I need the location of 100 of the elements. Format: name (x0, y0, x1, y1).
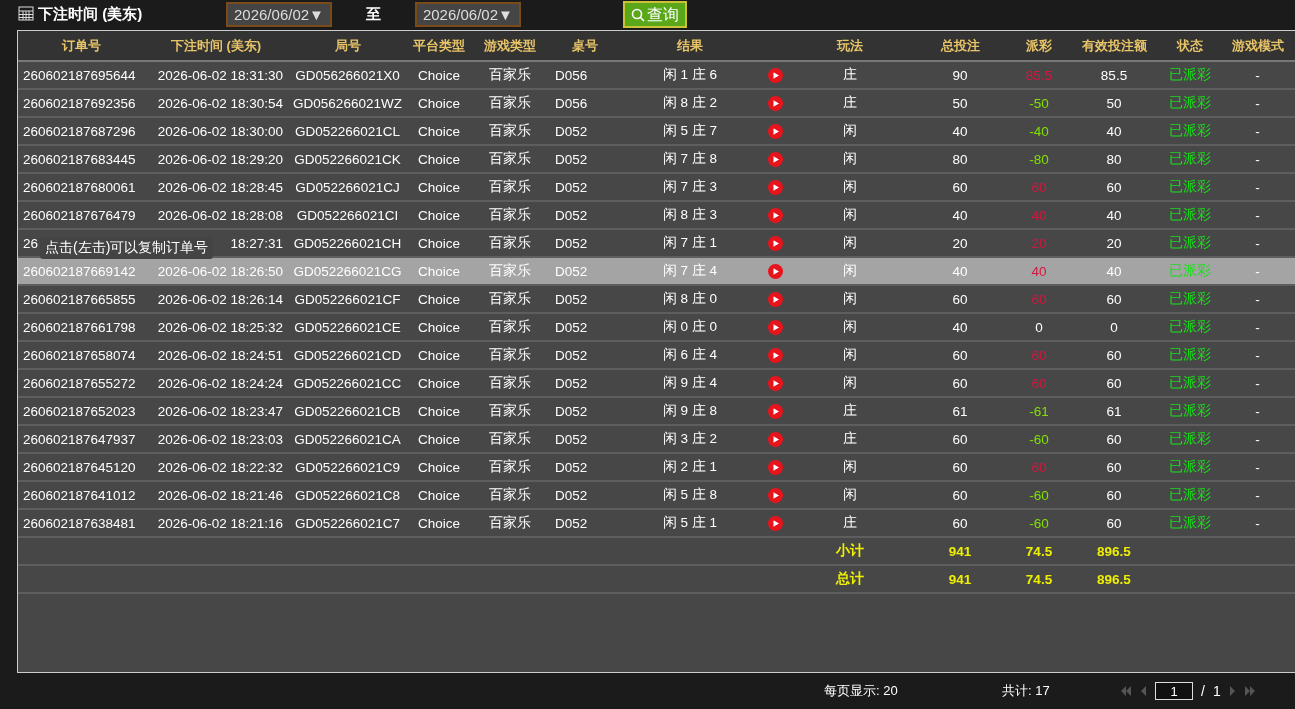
table-row[interactable]: 260602187655272 2026-06-02 18:24:24 GD052266021CC Choice 百家乐 D052 闲 9 庄 4 闲 60 60 60 已派彩 - (18, 369, 1295, 397)
order-number[interactable]: 260602187661798 (23, 319, 136, 335)
table-cell: 庄 (843, 95, 857, 110)
table-cell: 0 (1035, 319, 1043, 335)
table-cell: Choice (418, 235, 460, 251)
table-cell: 60 (1106, 459, 1122, 475)
play-icon[interactable] (767, 319, 783, 335)
table-cell: 60 (952, 515, 968, 531)
order-number[interactable]: 260602187652023 (23, 403, 136, 419)
play-icon[interactable] (767, 123, 783, 139)
page-input[interactable]: 1 (1155, 682, 1193, 700)
table-cell: Choice (418, 487, 460, 503)
order-number[interactable]: 260602187676479 (23, 207, 136, 223)
status-text: 已派彩 (1169, 235, 1211, 250)
table-row[interactable]: 260602187676479 2026-06-02 18:28:08 GD052266021CI Choice 百家乐 D052 闲 8 庄 3 闲 40 40 40 已派彩 - (18, 201, 1295, 229)
table-row[interactable]: 260602187683445 2026-06-02 18:29:20 GD052266021CK Choice 百家乐 D052 闲 7 庄 8 闲 80 -80 80 已派彩 - (18, 145, 1295, 173)
table-cell: 60 (952, 179, 968, 195)
order-number[interactable]: 260602187695644 (23, 67, 136, 83)
table-cell: D052 (555, 179, 588, 195)
table-cell: GD052266021CB (294, 403, 401, 419)
play-icon[interactable] (767, 263, 783, 279)
play-icon[interactable] (767, 67, 783, 83)
play-icon[interactable] (767, 235, 783, 251)
table-row[interactable]: 260602187652023 2026-06-02 18:23:47 GD052266021CB Choice 百家乐 D052 闲 9 庄 8 庄 61 -61 61 已派彩 - (18, 397, 1295, 425)
table-row[interactable]: 260602187638481 2026-06-02 18:21:16 GD052266021C7 Choice 百家乐 D052 闲 5 庄 1 庄 60 -60 60 已派彩 - (18, 509, 1295, 537)
table-cell: 闲 8 庄 3 (662, 207, 718, 222)
table-row[interactable]: 260602187661798 2026-06-02 18:25:32 GD052266021CE Choice 百家乐 D052 闲 0 庄 0 闲 40 0 0 已派彩 - (18, 313, 1295, 341)
order-number[interactable]: 260602187687296 (23, 123, 136, 139)
play-icon[interactable] (767, 403, 783, 419)
table-cell: GD052266021CI (296, 207, 399, 223)
table-cell: 闲 8 庄 0 (662, 291, 718, 306)
play-icon[interactable] (767, 95, 783, 111)
table-cell: GD052266021C9 (294, 459, 401, 475)
calendar-icon (18, 5, 34, 21)
table-cell: 百家乐 (489, 151, 531, 166)
table-row[interactable]: 260602187687296 2026-06-02 18:30:00 GD052266021CL Choice 百家乐 D052 闲 5 庄 7 闲 40 -40 40 已派彩 - (18, 117, 1295, 145)
order-number[interactable]: 260602187692356 (23, 95, 136, 111)
end-date-dropdown[interactable]: 2026/06/02▼ (414, 1, 521, 27)
table-row[interactable]: 260602187665855 2026-06-02 18:26:14 GD052266021CF Choice 百家乐 D052 闲 8 庄 0 闲 60 60 60 已派彩 - (18, 285, 1295, 313)
status-text: 已派彩 (1169, 403, 1211, 418)
table-cell: D052 (555, 403, 588, 419)
table-cell: 闲 7 庄 1 (662, 235, 718, 250)
table-cell: -61 (1029, 403, 1049, 419)
play-icon[interactable] (767, 151, 783, 167)
status-text: 已派彩 (1169, 95, 1211, 110)
total-value: 74.5 (1025, 571, 1053, 587)
table-cell: D052 (555, 291, 588, 307)
table-cell: 2026-06-02 18:21:16 (157, 515, 283, 531)
table-cell: 2026-06-02 18:23:03 (157, 431, 283, 447)
table-cell: 40 (1031, 207, 1047, 223)
status-text: 已派彩 (1169, 375, 1211, 390)
table-cell: 80 (1106, 151, 1122, 167)
table-cell: 18:27:31 (230, 235, 283, 251)
table-cell: Choice (418, 291, 460, 307)
play-icon[interactable] (767, 431, 783, 447)
order-number[interactable]: 260602187655272 (23, 375, 136, 391)
order-number[interactable]: 260602187680061 (23, 179, 136, 195)
table-cell: 40 (1106, 263, 1122, 279)
table-cell: Choice (418, 123, 460, 139)
play-icon[interactable] (767, 207, 783, 223)
order-number[interactable]: 260602187647937 (23, 431, 136, 447)
play-icon[interactable] (767, 515, 783, 531)
play-icon[interactable] (767, 487, 783, 503)
total-label: 总计 (836, 571, 864, 586)
table-cell: 2026-06-02 18:26:50 (157, 263, 283, 279)
play-icon[interactable] (767, 347, 783, 363)
play-icon[interactable] (767, 291, 783, 307)
order-number[interactable]: 260602187658074 (23, 347, 136, 363)
table-cell: 百家乐 (489, 459, 531, 474)
table-row[interactable]: 260602187647937 2026-06-02 18:23:03 GD052266021CA Choice 百家乐 D052 闲 3 庄 2 庄 60 -60 60 已派彩 - (18, 425, 1295, 453)
table-cell: 40 (952, 207, 968, 223)
table-cell: 闲 9 庄 8 (662, 403, 718, 418)
table-cell: GD052266021CE (294, 319, 401, 335)
start-date-dropdown[interactable]: 2026/06/02▼ (226, 1, 332, 27)
table-cell: - (1255, 375, 1260, 391)
table-cell: 2026-06-02 18:23:47 (157, 403, 283, 419)
table-cell: - (1255, 431, 1260, 447)
table-row[interactable]: 260602187641012 2026-06-02 18:21:46 GD052266021C8 Choice 百家乐 D052 闲 5 庄 8 闲 60 -60 60 已派彩 - (18, 481, 1295, 509)
order-number[interactable]: 260602187638481 (23, 515, 136, 531)
order-number[interactable]: 260602187641012 (23, 487, 136, 503)
order-number[interactable]: 260602187645120 (23, 459, 136, 475)
order-number[interactable]: 260602187665855 (23, 291, 136, 307)
table-cell: 2026-06-02 18:29:20 (157, 151, 283, 167)
table-cell: 60 (1106, 431, 1122, 447)
order-number[interactable]: 260602187683445 (23, 151, 136, 167)
column-header: 局号 (287, 31, 408, 61)
table-row[interactable]: 260602187658074 2026-06-02 18:24:51 GD052266021CD Choice 百家乐 D052 闲 6 庄 4 闲 60 60 60 已派彩 - (18, 341, 1295, 369)
table-row[interactable]: 260602187645120 2026-06-02 18:22:32 GD052266021C9 Choice 百家乐 D052 闲 2 庄 1 闲 60 60 60 已派彩 - (18, 453, 1295, 481)
play-icon[interactable] (767, 179, 783, 195)
table-row[interactable]: 260602187692356 2026-06-02 18:30:54 GD056266021WZ Choice 百家乐 D056 闲 8 庄 2 庄 50 -50 50 已派彩 - (18, 89, 1295, 117)
play-icon[interactable] (767, 375, 783, 391)
status-text: 已派彩 (1169, 179, 1211, 194)
table-row[interactable]: 260602187695644 2026-06-02 18:31:30 GD056266021X0 Choice 百家乐 D056 闲 1 庄 6 庄 90 85.5 85.5 已派彩 - (18, 61, 1295, 89)
table-row[interactable]: 260602187680061 2026-06-02 18:28:45 GD052266021CJ Choice 百家乐 D052 闲 7 庄 3 闲 60 60 60 已派彩 - (18, 173, 1295, 201)
page-separator: / (1201, 683, 1205, 699)
play-icon[interactable] (767, 459, 783, 475)
table-cell: - (1255, 263, 1260, 279)
order-number[interactable]: 26 (23, 235, 39, 251)
table-cell: 2026-06-02 18:28:45 (157, 179, 283, 195)
table-cell: -60 (1029, 515, 1049, 531)
